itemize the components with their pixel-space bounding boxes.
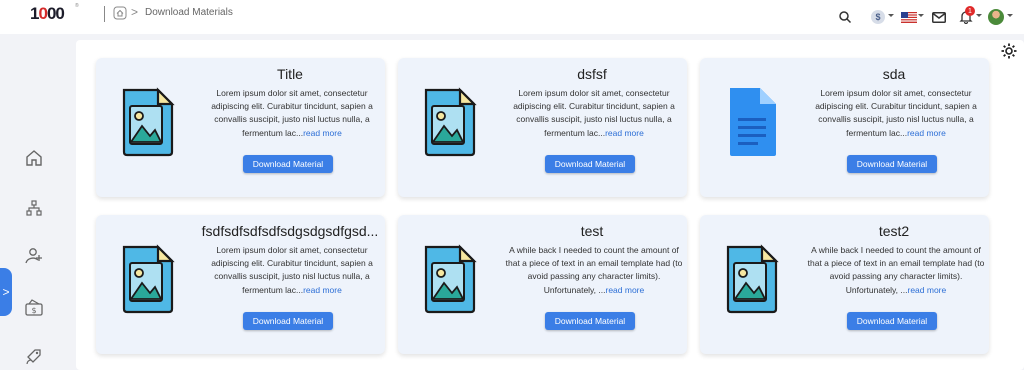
- read-more-link[interactable]: read more: [303, 285, 342, 295]
- search-icon[interactable]: [836, 8, 854, 26]
- card-title: test2: [878, 223, 910, 239]
- material-card: sda Lorem ipsum dolor sit amet, consectet…: [700, 58, 989, 197]
- chevron-down-icon: [918, 14, 924, 17]
- image-file-icon: [120, 86, 176, 158]
- download-material-button[interactable]: Download Material: [847, 155, 937, 173]
- material-card: dsfsf Lorem ipsum dolor sit amet, consect…: [398, 58, 687, 197]
- card-description-text: Lorem ipsum dolor sit amet, consectetur …: [513, 88, 675, 138]
- chevron-down-icon: [1007, 14, 1013, 17]
- card-description: A while back I needed to count the amoun…: [504, 244, 684, 297]
- home-icon[interactable]: [113, 6, 127, 20]
- card-title: sda: [882, 66, 906, 82]
- material-card: test2 A while back I needed to count the …: [700, 215, 989, 354]
- home-icon[interactable]: [24, 148, 44, 168]
- sidebar: $ >: [0, 34, 66, 370]
- currency-selector[interactable]: $: [870, 8, 886, 26]
- download-material-button[interactable]: Download Material: [847, 312, 937, 330]
- us-flag-icon: [901, 11, 917, 23]
- download-material-button[interactable]: Download Material: [545, 312, 635, 330]
- material-card: test A while back I needed to count the a…: [398, 215, 687, 354]
- card-title: dsfsf: [577, 66, 607, 82]
- read-more-link[interactable]: read more: [605, 128, 644, 138]
- gear-icon[interactable]: [1000, 42, 1018, 60]
- card-description-text: Lorem ipsum dolor sit amet, consectetur …: [211, 245, 373, 295]
- sidebar-toggle-button[interactable]: >: [0, 268, 12, 316]
- read-more-link[interactable]: read more: [605, 285, 644, 295]
- logo-text: 1000: [30, 4, 65, 23]
- card-description-text: Lorem ipsum dolor sit amet, consectetur …: [815, 88, 977, 138]
- dollar-icon: $: [871, 10, 885, 24]
- notification-badge: 1: [965, 6, 975, 16]
- read-more-link[interactable]: read more: [303, 128, 342, 138]
- tag-icon[interactable]: [24, 346, 44, 366]
- card-title: fsdfsdfsdfsdfsdgsdgsdfgsd...: [201, 223, 379, 239]
- read-more-link[interactable]: read more: [907, 285, 946, 295]
- card-description: Lorem ipsum dolor sit amet, consectetur …: [504, 87, 684, 140]
- top-bar: 1000 ® > Download Materials $ 1: [0, 0, 1024, 34]
- add-user-icon[interactable]: [24, 246, 44, 266]
- language-selector[interactable]: [900, 8, 918, 26]
- card-description-text: A while back I needed to count the amoun…: [807, 245, 985, 295]
- hierarchy-icon[interactable]: [24, 198, 44, 218]
- image-file-icon: [120, 243, 176, 315]
- download-material-button[interactable]: Download Material: [243, 312, 333, 330]
- svg-text:$: $: [31, 306, 36, 315]
- mail-icon[interactable]: [931, 8, 947, 26]
- chevron-down-icon: [888, 14, 894, 17]
- breadcrumb-current: Download Materials: [145, 7, 233, 18]
- payment-icon[interactable]: $: [24, 298, 44, 318]
- material-card: Title Lorem ipsum dolor sit amet, consect…: [96, 58, 385, 197]
- document-file-icon: [724, 86, 780, 158]
- image-file-icon: [724, 243, 780, 315]
- download-material-button[interactable]: Download Material: [243, 155, 333, 173]
- download-material-button[interactable]: Download Material: [545, 155, 635, 173]
- card-description-text: A while back I needed to count the amoun…: [505, 245, 683, 295]
- image-file-icon: [422, 243, 478, 315]
- card-title: Title: [277, 66, 303, 82]
- avatar[interactable]: [988, 9, 1004, 25]
- card-description-text: Lorem ipsum dolor sit amet, consectetur …: [211, 88, 373, 138]
- breadcrumb-separator: >: [131, 5, 139, 19]
- material-card: fsdfsdfsdfsdfsdgsdgsdfgsd... Lorem ipsum …: [96, 215, 385, 354]
- chevron-down-icon: [976, 14, 982, 17]
- card-description: A while back I needed to count the amoun…: [806, 244, 986, 297]
- image-file-icon: [422, 86, 478, 158]
- card-description: Lorem ipsum dolor sit amet, consectetur …: [202, 244, 382, 297]
- logo-trademark: ®: [75, 3, 79, 9]
- card-description: Lorem ipsum dolor sit amet, consectetur …: [806, 87, 986, 140]
- read-more-link[interactable]: read more: [907, 128, 946, 138]
- breadcrumb-divider: [104, 6, 105, 22]
- card-title: test: [580, 223, 604, 239]
- logo[interactable]: 1000: [30, 4, 78, 30]
- card-description: Lorem ipsum dolor sit amet, consectetur …: [202, 87, 382, 140]
